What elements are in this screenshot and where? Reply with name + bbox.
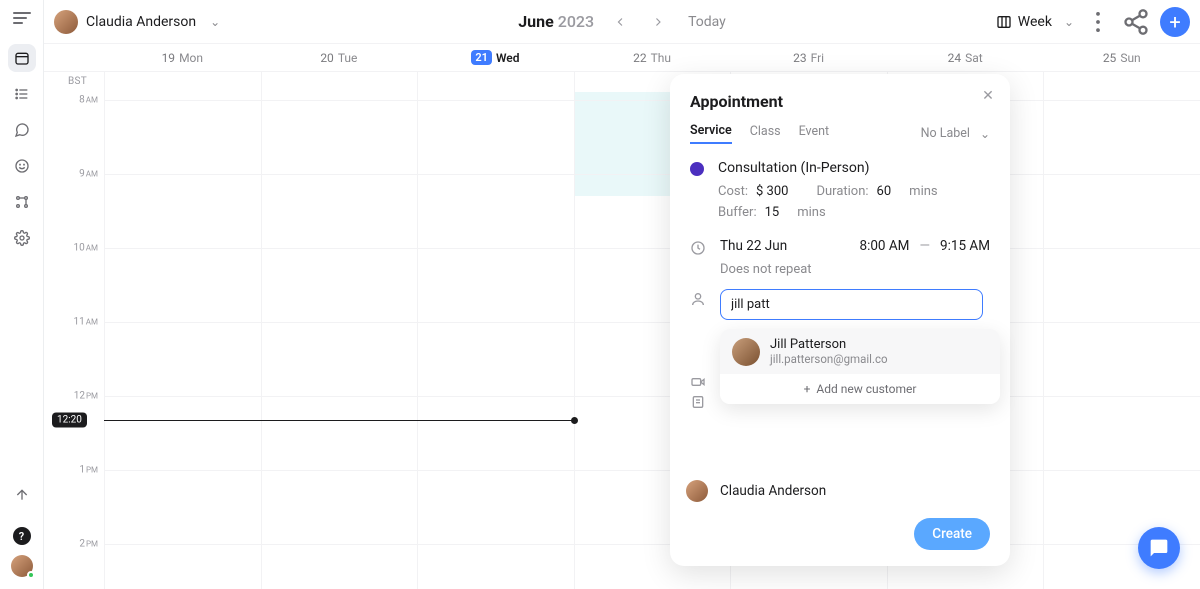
label-picker[interactable]: No Label⌄ <box>921 126 990 141</box>
day-header[interactable]: 23 Fri <box>730 44 887 71</box>
page-title: June2023 <box>518 12 594 31</box>
nav-rail: ? <box>0 0 44 589</box>
chevron-down-icon: ⌄ <box>980 127 990 141</box>
tab-class[interactable]: Class <box>750 124 781 143</box>
customer-autocomplete: Jill Patterson jill.patterson@gmail.co +… <box>720 329 1000 404</box>
avatar <box>686 480 708 502</box>
create-button[interactable]: + <box>1160 7 1190 37</box>
close-button[interactable]: ✕ <box>978 86 998 106</box>
calendar-owner-picker[interactable]: Claudia Anderson ⌄ <box>54 10 220 34</box>
hour-label: 8AM <box>50 95 98 106</box>
owner-name: Claudia Anderson <box>86 14 196 30</box>
date-picker[interactable]: Thu 22 Jun <box>720 238 787 254</box>
now-indicator-label: 12:20 <box>52 413 87 428</box>
today-button[interactable]: Today <box>688 14 726 30</box>
day-header-row: 19 Mon 20 Tue 21 Wed 22 Thu 23 Fri 24 Sa… <box>44 44 1200 72</box>
service-name[interactable]: Consultation (In-Person) <box>718 160 990 176</box>
duration-value[interactable]: 60 <box>877 184 892 199</box>
repeat-picker[interactable]: Does not repeat <box>720 262 990 277</box>
now-indicator-line <box>104 420 574 421</box>
menu-toggle[interactable] <box>13 12 31 24</box>
hour-label: 10AM <box>50 243 98 254</box>
chevron-down-icon: ⌄ <box>1064 15 1074 29</box>
view-picker[interactable]: Week ⌄ <box>996 14 1074 30</box>
create-appointment-button[interactable]: Create <box>914 518 990 550</box>
start-time-picker[interactable]: 8:00 AM <box>859 238 909 254</box>
hour-label: 2PM <box>50 539 98 550</box>
customer-search-input[interactable] <box>720 289 983 320</box>
next-week-button[interactable] <box>646 10 670 34</box>
appointment-panel: ✕ Appointment Service Class Event No Lab… <box>670 74 1010 566</box>
day-header[interactable]: 19 Mon <box>104 44 261 71</box>
more-menu-button[interactable] <box>1084 8 1112 36</box>
avatar <box>732 338 760 366</box>
columns-icon <box>996 14 1012 30</box>
calendar-grid[interactable]: 8AM 9AM 10AM 11AM 12PM 1PM 2PM 12:20 <box>44 72 1200 589</box>
person-icon <box>690 291 706 307</box>
panel-title: Appointment <box>690 92 990 111</box>
prev-week-button[interactable] <box>608 10 632 34</box>
chevron-down-icon: ⌄ <box>210 15 220 29</box>
tab-service[interactable]: Service <box>690 123 732 144</box>
support-chat-button[interactable] <box>1138 527 1180 569</box>
tab-event[interactable]: Event <box>799 124 830 143</box>
nav-chat[interactable] <box>8 116 36 144</box>
nav-upgrade[interactable] <box>8 481 36 509</box>
nav-list[interactable] <box>8 80 36 108</box>
rail-avatar[interactable] <box>11 555 33 577</box>
clock-icon <box>690 240 706 256</box>
day-header[interactable]: 22 Thu <box>574 44 731 71</box>
end-time-picker[interactable]: 9:15 AM <box>940 238 990 254</box>
nav-emoji[interactable] <box>8 152 36 180</box>
nav-calendar[interactable] <box>8 44 36 72</box>
avatar <box>54 10 78 34</box>
day-header[interactable]: 24 Sat <box>887 44 1044 71</box>
nav-settings[interactable] <box>8 224 36 252</box>
help-button[interactable]: ? <box>13 527 31 545</box>
day-header-current[interactable]: 21 Wed <box>417 44 574 71</box>
day-header[interactable]: 25 Sun <box>1043 44 1200 71</box>
hour-label: 12PM <box>50 391 98 402</box>
share-button[interactable] <box>1122 8 1150 36</box>
video-icon <box>690 374 706 390</box>
hour-label: 11AM <box>50 317 98 328</box>
nav-apps[interactable] <box>8 188 36 216</box>
cost-value[interactable]: 300 <box>767 184 789 199</box>
hour-label: 1PM <box>50 465 98 476</box>
hour-label: 9AM <box>50 169 98 180</box>
host-name: Claudia Anderson <box>720 483 826 499</box>
buffer-value[interactable]: 15 <box>765 205 780 220</box>
day-header[interactable]: 20 Tue <box>261 44 418 71</box>
autocomplete-item[interactable]: Jill Patterson jill.patterson@gmail.co <box>720 329 1000 374</box>
add-new-customer-button[interactable]: +Add new customer <box>720 374 1000 404</box>
notes-icon <box>690 394 706 410</box>
